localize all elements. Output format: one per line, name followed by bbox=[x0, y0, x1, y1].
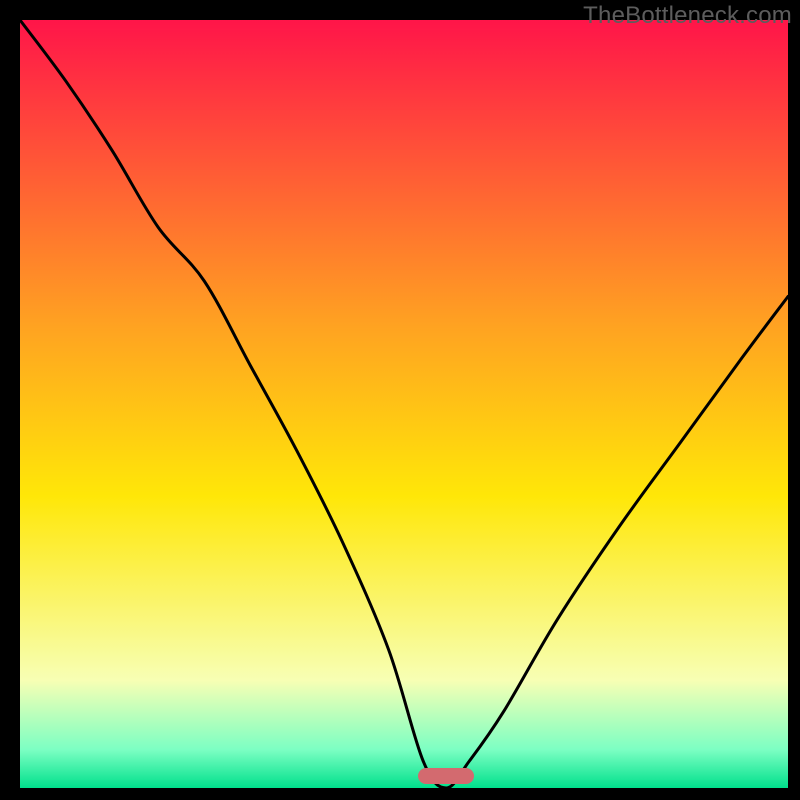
optimal-marker bbox=[418, 768, 474, 784]
watermark-text: TheBottleneck.com bbox=[583, 2, 792, 30]
plot-area bbox=[20, 20, 788, 788]
plot-svg bbox=[20, 20, 788, 788]
gradient-background bbox=[20, 20, 788, 788]
chart-canvas: TheBottleneck.com bbox=[0, 0, 800, 800]
